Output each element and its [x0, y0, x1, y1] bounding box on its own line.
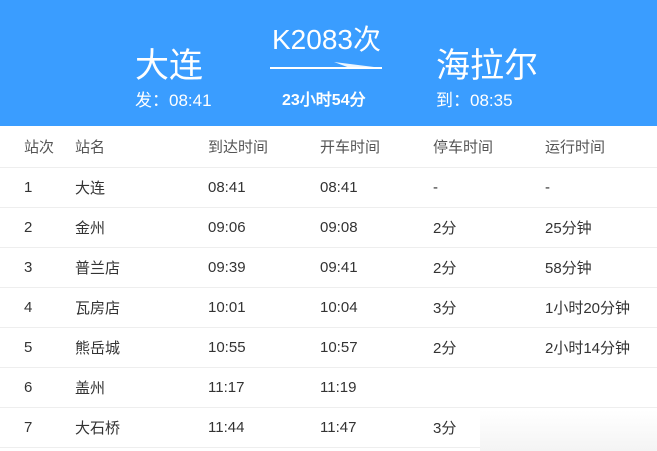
arrival-time: 到：08:35	[436, 91, 513, 110]
table-cell: 7	[0, 407, 75, 448]
table-cell: -	[433, 167, 545, 208]
col-header: 开车时间	[320, 127, 433, 168]
table-cell: 瓦房店	[75, 287, 208, 328]
table-cell	[433, 367, 545, 408]
table-cell: 5	[0, 327, 75, 368]
travel-duration: 23小时54分	[282, 92, 366, 109]
table-row: 6 盖州 11:17 11:19	[0, 367, 657, 408]
col-header: 到达时间	[208, 127, 320, 168]
table-cell: 09:39	[208, 247, 320, 288]
table-cell: 6	[0, 367, 75, 408]
table-cell: 11:19	[320, 367, 433, 408]
stops-table: 站次 站名 到达时间 开车时间 停车时间 运行时间 1 大连 08:41 08:41-…	[0, 127, 657, 448]
arrival-station: 海拉尔	[436, 47, 538, 85]
table-cell: 09:06	[208, 207, 320, 248]
table-cell: 熊岳城	[75, 327, 208, 368]
table-row: 2 金州 09:06 09:08 2分 25分钟	[0, 207, 657, 248]
table-cell: 2	[0, 207, 75, 248]
table-cell: 2小时14分钟	[545, 327, 657, 368]
table-row: 4 瓦房店 10:01 10:04 3分 1小时20分钟	[0, 287, 657, 328]
table-cell: 大连	[75, 167, 208, 208]
table-cell: 1	[0, 167, 75, 208]
table-cell: 2分	[433, 327, 545, 368]
arrow-icon	[270, 62, 382, 69]
departure-station: 大连	[135, 47, 203, 85]
train-number: K2083次	[272, 24, 381, 55]
table-cell: -	[545, 167, 657, 208]
train-header: 大连 发：08:41 K2083次 23小时54分 海拉尔 到：08:35	[0, 0, 657, 126]
table-cell: 11:47	[320, 407, 433, 448]
table-cell: 4	[0, 287, 75, 328]
table-cell: 08:41	[320, 167, 433, 208]
col-header: 站次	[0, 127, 75, 168]
table-cell: 10:55	[208, 327, 320, 368]
table-cell: 10:04	[320, 287, 433, 328]
table-row: 5 熊岳城 10:55 10:57 2分 2小时14分钟	[0, 327, 657, 368]
table-cell: 11:44	[208, 407, 320, 448]
departure-time: 发：08:41	[135, 91, 212, 110]
table-cell: 08:41	[208, 167, 320, 208]
table-cell: 58分钟	[545, 247, 657, 288]
col-header: 站名	[75, 127, 208, 168]
col-header: 停车时间	[433, 127, 545, 168]
table-cell: 2分	[433, 207, 545, 248]
table-cell: 09:41	[320, 247, 433, 288]
table-cell: 盖州	[75, 367, 208, 408]
table-cell: 3	[0, 247, 75, 288]
table-cell: 2分	[433, 247, 545, 288]
table-cell: 大石桥	[75, 407, 208, 448]
fade-overlay	[480, 410, 657, 451]
table-cell	[545, 367, 657, 408]
col-header: 运行时间	[545, 127, 657, 168]
table-cell: 10:57	[320, 327, 433, 368]
table-header: 站次 站名 到达时间 开车时间 停车时间 运行时间	[0, 127, 657, 168]
table-cell: 11:17	[208, 367, 320, 408]
table-cell: 3分	[433, 287, 545, 328]
table-cell: 普兰店	[75, 247, 208, 288]
table-row: 3 普兰店 09:39 09:41 2分 58分钟	[0, 247, 657, 288]
table-cell: 1小时20分钟	[545, 287, 657, 328]
table-cell: 09:08	[320, 207, 433, 248]
table-cell: 金州	[75, 207, 208, 248]
table-cell: 25分钟	[545, 207, 657, 248]
table-row: 1 大连 08:41 08:41- -	[0, 167, 657, 208]
table-cell: 10:01	[208, 287, 320, 328]
